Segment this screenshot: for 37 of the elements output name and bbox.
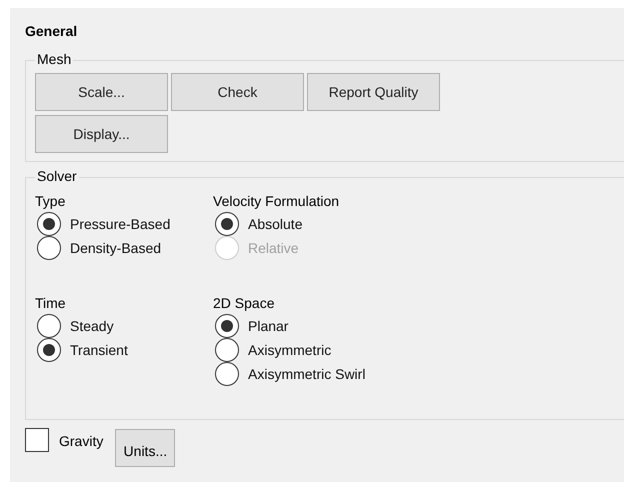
- mesh-button[interactable]: Report Quality: [307, 73, 440, 111]
- radio-label: Axisymmetric Swirl: [248, 364, 366, 384]
- units-button[interactable]: Units...: [115, 429, 176, 467]
- radio-label: Transient: [70, 340, 128, 360]
- radio-option[interactable]: Axisymmetric: [213, 338, 513, 362]
- gravity-label: Gravity: [59, 432, 104, 451]
- radio-button[interactable]: [215, 212, 239, 236]
- gravity-checkbox[interactable]: [25, 428, 49, 452]
- radio-option[interactable]: Pressure-Based: [35, 212, 213, 236]
- radio-label: Axisymmetric: [248, 340, 332, 360]
- mesh-button[interactable]: Check: [171, 73, 304, 111]
- radio-label: Steady: [70, 316, 114, 336]
- group-label: 2D Space: [213, 294, 276, 312]
- radio-option[interactable]: Density-Based: [35, 236, 213, 260]
- radio-option[interactable]: Planar: [213, 314, 513, 338]
- group-label: Type: [35, 192, 66, 210]
- radio-option[interactable]: Axisymmetric Swirl: [213, 362, 513, 386]
- radio-option[interactable]: Absolute: [213, 212, 513, 236]
- radio-button[interactable]: [215, 362, 239, 386]
- group-label: Velocity Formulation: [213, 192, 340, 210]
- mesh-button[interactable]: Scale...: [35, 73, 168, 111]
- radio-button[interactable]: [37, 338, 61, 362]
- section-title: General: [25, 22, 78, 40]
- mesh-button[interactable]: Display...: [35, 115, 168, 153]
- radio-label: Pressure-Based: [70, 214, 170, 234]
- radio-button[interactable]: [37, 212, 61, 236]
- radio-label: Density-Based: [70, 238, 162, 258]
- radio-label: Relative: [248, 238, 299, 258]
- radio-button[interactable]: [215, 314, 239, 338]
- radio-option[interactable]: Steady: [35, 314, 213, 338]
- radio-label: Planar: [248, 316, 288, 336]
- radio-button[interactable]: [37, 236, 61, 260]
- radio-label: Absolute: [248, 214, 302, 234]
- radio-button[interactable]: [215, 338, 239, 362]
- group-label: Time: [35, 294, 67, 312]
- radio-option[interactable]: Transient: [35, 338, 213, 362]
- radio-button[interactable]: [37, 314, 61, 338]
